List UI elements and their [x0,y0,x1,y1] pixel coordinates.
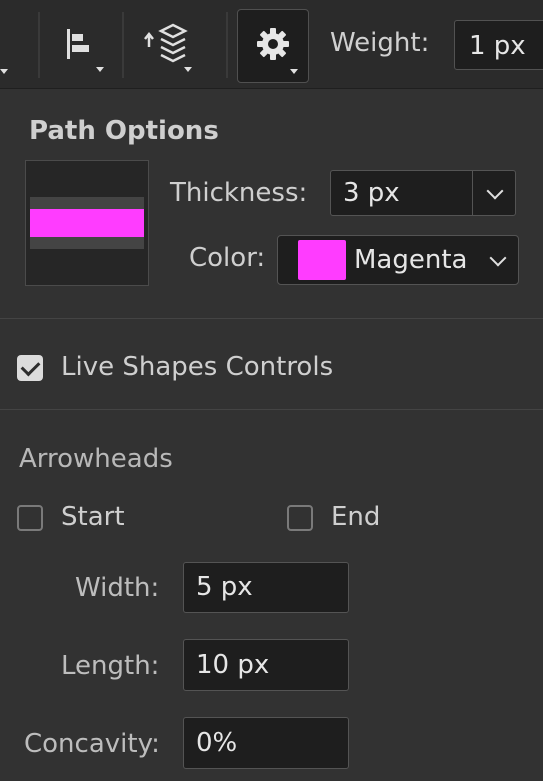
color-dropdown[interactable]: Magenta [277,235,519,285]
chevron-down-icon [290,69,298,74]
path-preview [25,160,149,286]
width-input[interactable]: 5 px [183,562,349,613]
weight-label: Weight: [330,28,430,58]
weight-input[interactable]: 1 px [454,20,543,70]
toolbar-separator [226,12,228,78]
divider [0,409,543,410]
gear-icon [254,25,292,67]
live-shapes-checkbox[interactable] [17,355,43,381]
color-swatch [298,240,346,280]
start-checkbox[interactable] [17,505,43,531]
arrange-layers-icon [139,21,195,69]
partial-caret-icon [0,69,8,74]
chevron-down-icon [184,67,192,72]
thickness-input[interactable]: 3 px [330,170,473,216]
color-name: Magenta [354,245,468,275]
width-label: Width: [75,573,160,603]
options-toolbar: Weight: 1 px [0,0,543,89]
chevron-down-icon [486,182,504,200]
arrowheads-title: Arrowheads [19,444,173,474]
align-button[interactable] [44,10,114,80]
toolbar-separator [38,12,40,78]
length-input[interactable]: 10 px [183,639,349,691]
settings-button[interactable] [237,9,309,83]
end-checkbox[interactable] [287,505,313,531]
thickness-dropdown-button[interactable] [472,170,516,216]
toolbar-separator [122,12,124,78]
preview-line [30,209,144,237]
end-label: End [331,502,381,532]
align-icon [61,25,97,65]
chevron-down-icon [489,249,507,267]
length-label: Length: [61,651,160,681]
checkmark-icon [20,356,41,377]
divider [0,318,543,319]
concavity-input[interactable]: 0% [183,717,349,769]
thickness-label: Thickness: [170,178,308,208]
start-label: Start [61,502,125,532]
live-shapes-label: Live Shapes Controls [61,352,334,382]
chevron-down-icon [96,67,104,72]
color-label: Color: [189,243,266,273]
concavity-label: Concavity: [24,729,160,759]
arrange-button[interactable] [132,10,202,80]
path-options-title: Path Options [29,116,219,146]
